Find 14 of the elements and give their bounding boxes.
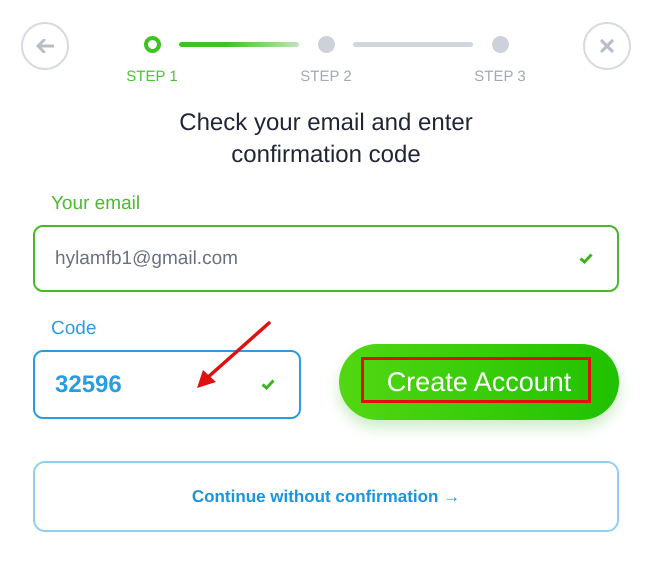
back-button[interactable] [21,22,69,70]
step-label: STEP 1 [126,68,178,85]
step-label: STEP 3 [474,68,526,85]
step-label: STEP 2 [300,68,352,85]
close-button[interactable] [583,22,631,70]
continue-button[interactable]: Continue without confirmation → [33,461,619,532]
email-field[interactable]: hylamfb1@gmail.com [33,225,619,292]
close-icon [600,39,614,53]
heading: Check your email and enter confirmation code [178,108,474,170]
code-field[interactable]: 32596 [33,350,301,419]
field-label: Your email [51,193,142,215]
create-account-button[interactable]: Create Account [339,344,619,420]
field-label: Code [51,318,98,340]
back-arrow-icon [36,39,54,53]
